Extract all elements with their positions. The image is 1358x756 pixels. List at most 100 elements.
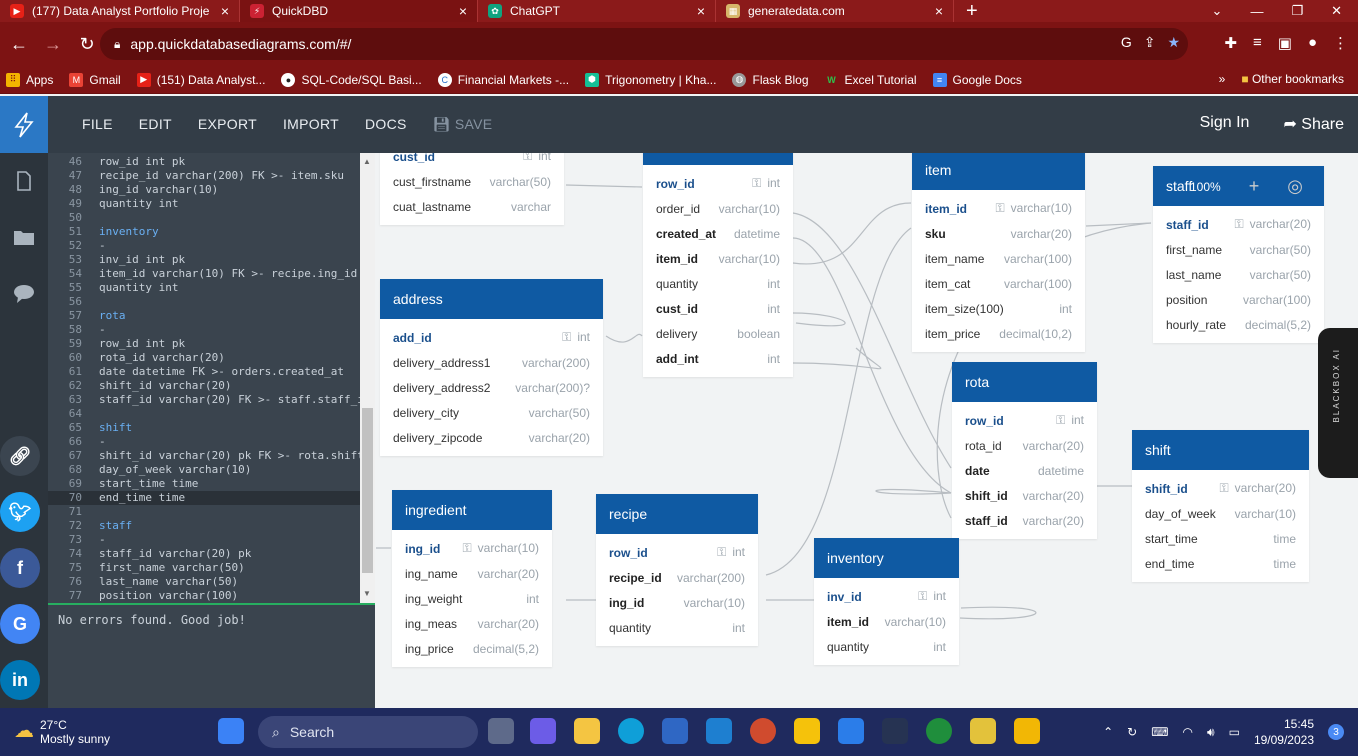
table-row[interactable]: item_id ⚿ varchar(10) (912, 196, 1085, 221)
menu-docs[interactable]: DOCS (365, 116, 407, 133)
editor-line[interactable]: 49 quantity int (48, 197, 360, 211)
back-icon[interactable]: ← (4, 34, 34, 55)
table-header[interactable]: inventory (814, 538, 959, 578)
editor-line[interactable]: 68 day_of_week varchar(10) (48, 463, 360, 477)
editor-line[interactable]: 52 - (48, 239, 360, 253)
google-icon[interactable]: G (1121, 34, 1132, 51)
table-row[interactable]: delivery_city varchar(50) (380, 400, 603, 425)
table-row[interactable]: delivery_address1 varchar(200) (380, 350, 603, 375)
other-bookmarks[interactable]: ■ Other bookmarks (1241, 72, 1344, 86)
bookmark-youtube[interactable]: ▶ (151) Data Analyst... (136, 72, 265, 87)
wifi-icon[interactable]: ◠ (1183, 725, 1193, 739)
powerbi-icon[interactable] (1014, 718, 1040, 744)
editor-line[interactable]: 77 position varchar(100) (48, 589, 360, 603)
close-window-icon[interactable]: ✕ (1331, 3, 1342, 19)
app-icon-11[interactable] (970, 718, 996, 744)
table-row[interactable]: quantity int (814, 634, 959, 659)
table-row[interactable]: shift_id varchar(20) (952, 483, 1097, 508)
table-customers[interactable]: cust_id ⚿ int cust_firstname varchar(50) cuat… (380, 153, 564, 225)
chrome-icon[interactable] (750, 718, 776, 744)
editor-line[interactable]: 76 last_name varchar(50) (48, 575, 360, 589)
table-row[interactable]: end_time time (1132, 551, 1309, 576)
close-icon[interactable]: × (459, 3, 467, 19)
share-button[interactable]: ➦ Share (1283, 114, 1344, 134)
table-row[interactable]: add_int int (643, 346, 793, 371)
editor-line[interactable]: 53 inv_id int pk (48, 253, 360, 267)
table-row[interactable]: ing_name varchar(20) (392, 561, 552, 586)
close-icon[interactable]: × (697, 3, 705, 19)
notification-badge[interactable]: 3 (1328, 724, 1344, 740)
bookmark-coursera[interactable]: C Financial Markets -... (437, 72, 569, 87)
browser-tab-quickdbd[interactable]: ⚡ QuickDBD × (240, 0, 478, 22)
table-row[interactable]: day_of_week varchar(10) (1132, 501, 1309, 526)
table-row[interactable]: sku varchar(20) (912, 221, 1085, 246)
editor-line[interactable]: 74 staff_id varchar(20) pk (48, 547, 360, 561)
weather-widget[interactable]: ☁︎ 27°C Mostly sunny (14, 718, 110, 746)
table-row[interactable]: first_name varchar(50) (1153, 237, 1324, 262)
table-row[interactable]: cuat_lastname varchar (380, 194, 564, 219)
table-ingredient[interactable]: ingredient ing_id ⚿ varchar(10) ing_name varc… (392, 490, 552, 667)
app-icon-8[interactable] (838, 718, 864, 744)
editor-scrollbar[interactable]: ▲ ▼ (360, 153, 375, 603)
table-row[interactable]: ing_price decimal(5,2) (392, 636, 552, 661)
editor-line[interactable]: 47 recipe_id varchar(200) FK >- item.sku (48, 169, 360, 183)
blackbox-ai-panel[interactable]: BLACKBOX AI (1318, 328, 1358, 478)
chrome-profile-icon[interactable] (926, 718, 952, 744)
file-explorer-icon[interactable] (574, 718, 600, 744)
table-header[interactable]: rota (952, 362, 1097, 402)
reload-icon[interactable]: ↻ (72, 34, 102, 55)
avatar[interactable]: ● (1308, 34, 1317, 52)
edge-icon[interactable] (618, 718, 644, 744)
star-icon[interactable]: ★ (1167, 34, 1180, 51)
editor-line[interactable]: 59 row_id int pk (48, 337, 360, 351)
editor-line[interactable]: 62 shift_id varchar(20) (48, 379, 360, 393)
chevron-down-icon[interactable]: ⌄ (1212, 3, 1223, 19)
table-header[interactable]: ingredient (392, 490, 552, 530)
editor-line[interactable]: 66 - (48, 435, 360, 449)
code-editor[interactable]: 46 row_id int pk 47 recipe_id varchar(200) … (48, 153, 375, 603)
table-row[interactable]: last_name varchar(50) (1153, 262, 1324, 287)
bookmark-flask[interactable]: ◍ Flask Blog (732, 72, 809, 87)
scroll-up-icon[interactable]: ▲ (363, 157, 371, 166)
editor-line[interactable]: 54 item_id varchar(10) FK >- recipe.ing_i… (48, 267, 360, 281)
scroll-down-icon[interactable]: ▼ (363, 589, 371, 598)
bookmark-github[interactable]: ● SQL-Code/SQL Basi... (281, 72, 422, 87)
chevron-up-icon[interactable]: ⌃ (1103, 725, 1113, 739)
editor-line[interactable]: 60 rota_id varchar(20) (48, 351, 360, 365)
editor-line[interactable]: 61 date datetime FK >- orders.created_at (48, 365, 360, 379)
task-view-icon[interactable] (488, 718, 514, 744)
bookmark-apps[interactable]: ⠿ Apps (6, 72, 53, 87)
table-row[interactable]: delivery boolean (643, 321, 793, 346)
close-icon[interactable]: × (221, 3, 229, 19)
editor-line[interactable]: 50 (48, 211, 360, 225)
table-row[interactable]: add_id ⚿ int (380, 325, 603, 350)
editor-line[interactable]: 67 shift_id varchar(20) pk FK >- rota.shi… (48, 449, 364, 463)
sync-icon[interactable]: ↻ (1127, 725, 1137, 739)
save-button[interactable]: 💾︎ SAVE (433, 116, 493, 133)
restore-icon[interactable]: ❐ (1291, 3, 1303, 19)
bookmark-docs[interactable]: ≡ Google Docs (932, 72, 1022, 87)
clock[interactable]: 15:45 19/09/2023 (1254, 716, 1314, 748)
kebab-menu-icon[interactable]: ⋮ (1333, 34, 1348, 52)
table-row[interactable]: row_id ⚿ int (643, 171, 793, 196)
table-row[interactable]: row_id ⚿ int (952, 408, 1097, 433)
table-orders[interactable]: ordersrow_id⚿intorder_idvarchar(10)creat… (643, 153, 793, 377)
address-bar[interactable]: 🔒︎ app.quickdatabasediagrams.com/#/ G ⇪ … (100, 28, 1188, 60)
table-row[interactable]: quantity int (596, 615, 758, 640)
table-header[interactable]: address (380, 279, 603, 319)
table-row[interactable]: staff_id ⚿ varchar(20) (1153, 212, 1324, 237)
table-row[interactable]: rota_id varchar(20) (952, 433, 1097, 458)
editor-line[interactable]: 73 - (48, 533, 360, 547)
teams-icon[interactable] (530, 718, 556, 744)
chevron-right-icon[interactable]: » (1219, 72, 1226, 86)
table-row[interactable]: item_size(100) int (912, 296, 1085, 321)
editor-line[interactable]: 71 (48, 505, 360, 519)
table-inventory[interactable]: inventory inv_id ⚿ int item_id varchar(10) qua… (814, 538, 959, 665)
new-tab-button[interactable]: + (954, 0, 990, 22)
editor-line[interactable]: 55 quantity int (48, 281, 360, 295)
table-row[interactable]: delivery_address2 varchar(200)? (380, 375, 603, 400)
editor-line[interactable]: 51 inventory (48, 225, 360, 239)
editor-line[interactable]: 57 rota (48, 309, 360, 323)
diagram-canvas[interactable]: cust_id ⚿ int cust_firstname varchar(50) cuat… (376, 153, 1358, 708)
table-row[interactable]: ing_id ⚿ varchar(10) (392, 536, 552, 561)
